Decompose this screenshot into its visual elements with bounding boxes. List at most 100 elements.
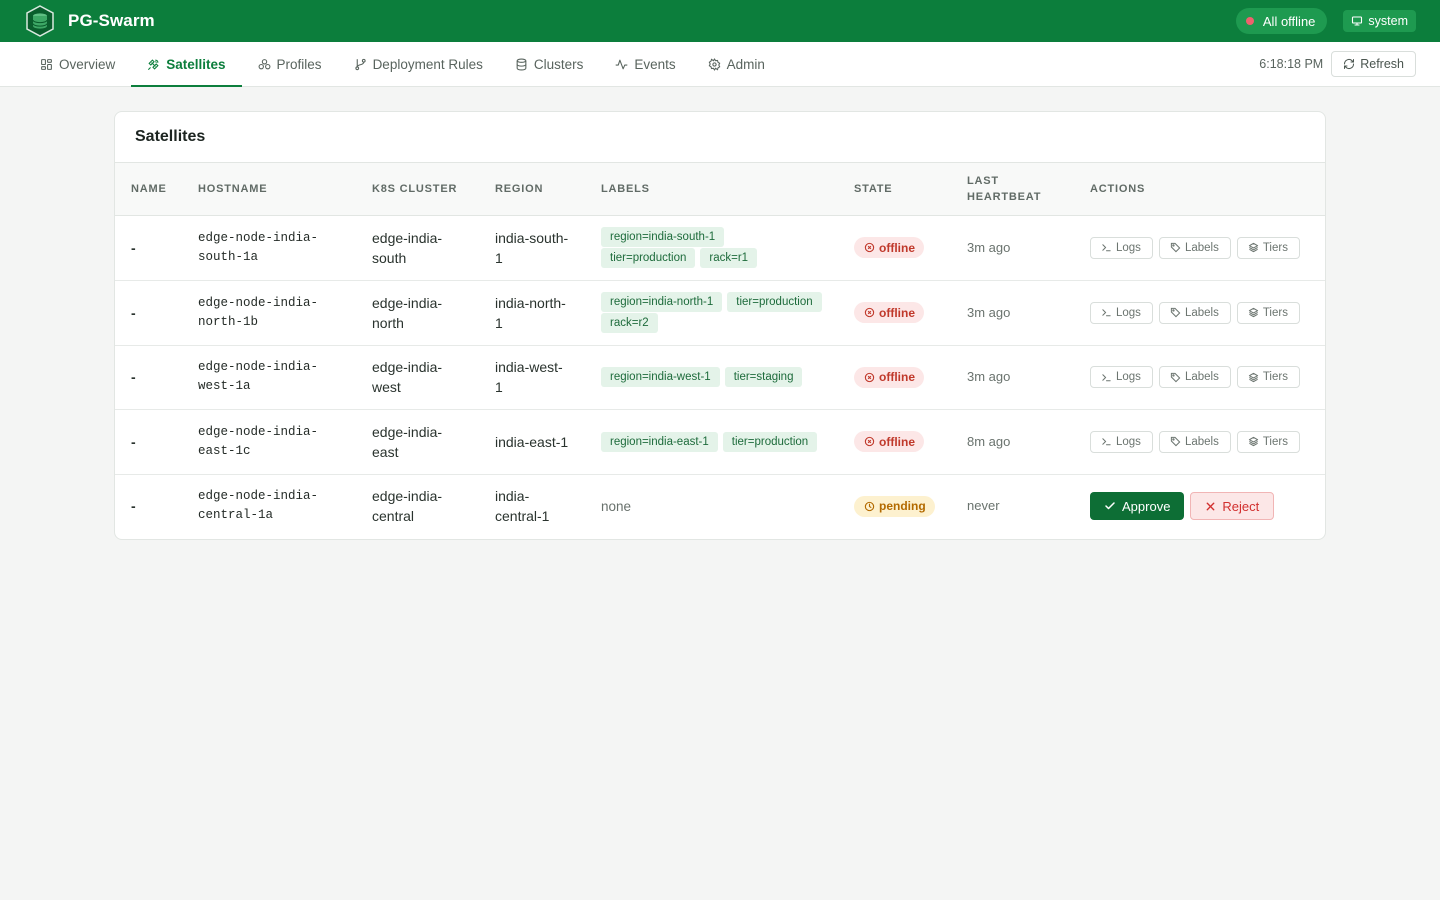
labels-button[interactable]: Labels [1158,430,1231,453]
satellite-labels: none [585,474,838,538]
satellite-region: india-south-1 [479,215,585,281]
satellite-state: offline [838,215,951,281]
label-chip: tier=staging [724,367,803,387]
terminal-icon [1102,438,1111,446]
column-header[interactable]: Name [115,163,182,216]
button-label: Logs [1116,371,1141,383]
activity-icon [615,59,628,69]
card-title: Satellites [115,112,1325,163]
reject-button[interactable]: Reject [1190,492,1275,521]
status-text: offline [879,434,915,449]
satellite-hostname: edge-node-india-east-1c [182,409,356,475]
satellite-labels: region=india-north-1 tier=production rac… [585,280,838,346]
labels-button[interactable]: Labels [1158,236,1231,259]
label-chip: region=india-north-1 [601,292,723,312]
refresh-button[interactable]: Refresh [1331,51,1416,77]
satellite-actions: Logs Labels Tiers [1074,280,1325,346]
refresh-icon [1344,58,1355,70]
button-label: Logs [1116,435,1141,448]
satellite-hostname: edge-node-india-south-1a [182,215,356,281]
button-label: Reject [1222,498,1260,514]
table-row: - edge-node-india-north-1b edge-india-no… [115,280,1325,346]
satellite-hostname: edge-node-india-north-1b [182,280,356,346]
satellite-k8s-cluster: edge-india-central [372,488,443,525]
tiers-button[interactable]: Tiers [1236,366,1300,388]
satellite-icon [148,58,159,70]
satellite-k8s-cluster: edge-india-east [356,409,479,475]
satellites-card: Satellites Name Hostname K8s Cluster Reg… [114,111,1326,540]
user-name: system [1368,14,1408,28]
button-label: Approve [1122,498,1171,514]
logs-button[interactable]: Logs [1090,430,1153,453]
tag-icon [1170,372,1181,382]
logs-button[interactable]: Logs [1090,236,1153,259]
column-header[interactable]: K8s Cluster [356,163,479,216]
tiers-button[interactable]: Tiers [1236,236,1300,259]
tab-profiles[interactable]: Profiles [242,42,338,86]
column-header[interactable]: Region [479,163,585,216]
layers-icon [1248,307,1258,318]
table-row: - edge-node-india-central-1a edge-india-… [115,474,1325,538]
tab-admin[interactable]: Admin [692,42,781,86]
tab-label: Deployment Rules [372,56,483,72]
tab-satellites[interactable]: Satellites [131,42,242,87]
button-label: Labels [1184,306,1219,319]
column-header[interactable]: Labels [585,163,838,216]
satellite-last-heartbeat: 3m ago [951,280,1074,346]
status-badge: pending [854,495,935,517]
tag-icon [1170,436,1181,447]
column-header: Actions [1074,163,1325,216]
tiers-button[interactable]: Tiers [1236,301,1300,324]
logs-button[interactable]: Logs [1090,366,1153,388]
tab-label: Events [634,56,676,72]
satellite-state: offline [838,409,951,475]
x-circle-icon [864,372,875,382]
satellite-name: - [115,345,182,410]
tab-overview[interactable]: Overview [24,42,131,86]
status-dot-icon [1245,17,1254,25]
button-label: Tiers [1262,241,1288,254]
x-circle-icon [864,307,875,318]
satellite-state: pending [838,474,951,538]
check-icon [1105,502,1115,510]
table-row: - edge-node-india-west-1a edge-india-wes… [115,345,1325,410]
satellite-actions: Logs Labels Tiers [1074,215,1325,281]
approve-button[interactable]: Approve [1090,492,1185,521]
button-label: Labels [1184,241,1219,254]
label-chip: rack=r2 [601,313,658,333]
top-bar: PG-Swarm All offline system [0,0,1440,42]
logs-button[interactable]: Logs [1090,301,1153,324]
labels-empty-text: none [601,498,632,514]
satellite-last-heartbeat: 8m ago [951,409,1074,475]
satellite-region: india-north-1 [479,280,585,346]
satellite-k8s-cluster: edge-india-south [356,215,479,281]
satellite-labels: region=india-east-1 tier=production [585,409,838,475]
tiers-button[interactable]: Tiers [1236,430,1300,453]
labels-button[interactable]: Labels [1158,366,1231,388]
tab-deployment-rules[interactable]: Deployment Rules [338,42,499,86]
column-header[interactable]: State [838,163,951,216]
column-header[interactable]: Hostname [182,163,356,216]
x-circle-icon [864,242,875,253]
labels-button[interactable]: Labels [1158,301,1231,324]
status-badge: offline [854,431,924,452]
terminal-icon [1102,244,1111,252]
label-chip: tier=production [601,248,696,268]
label-chip: rack=r1 [700,248,758,268]
button-label: Tiers [1262,371,1288,383]
label-chip: tier=production [727,292,822,312]
terminal-icon [1102,373,1111,381]
terminal-icon [1102,309,1111,317]
profiles-icon [258,58,271,69]
tab-label: Satellites [166,56,226,72]
column-header[interactable]: Last Heartbeat [951,163,1074,216]
tab-label: Overview [59,56,116,72]
satellite-k8s-cluster: edge-india-north [356,280,479,346]
tab-events[interactable]: Events [599,42,691,86]
tab-clusters[interactable]: Clusters [499,42,600,86]
satellite-last-heartbeat: never [967,498,1000,514]
tab-label: Admin [726,56,765,72]
satellite-name: - [115,215,182,281]
user-badge[interactable]: system [1343,10,1416,32]
clock-text: 6:18:18 PM [1259,57,1324,71]
